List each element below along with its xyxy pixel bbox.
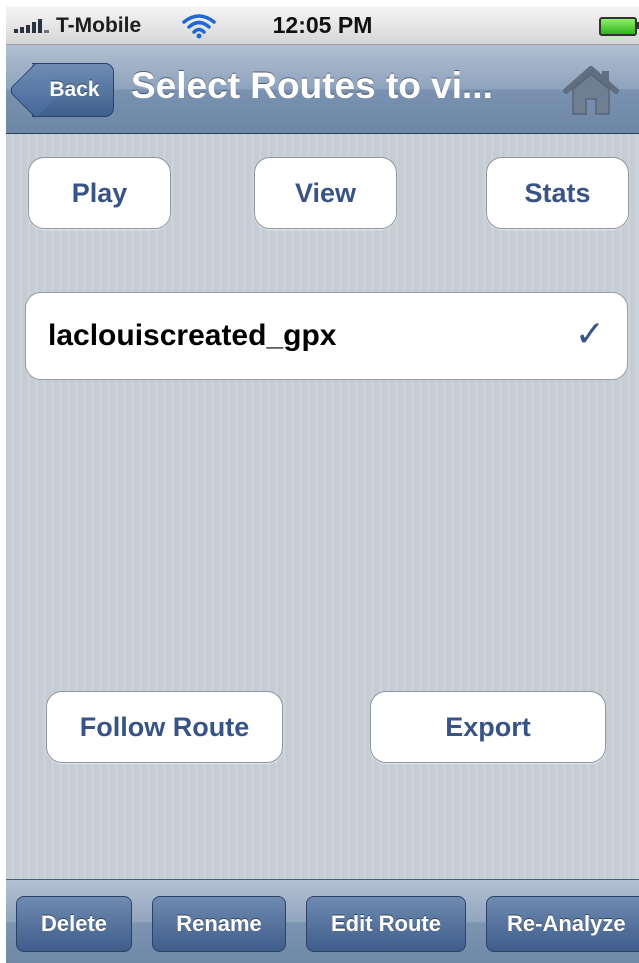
re-analyze-button[interactable]: Re-Analyze (486, 896, 639, 952)
bottom-toolbar: Delete Rename Edit Route Re-Analyze (6, 879, 639, 963)
follow-route-button[interactable]: Follow Route (46, 691, 283, 763)
route-name: laclouiscreated_gpx (48, 319, 337, 352)
back-button[interactable]: Back (7, 62, 114, 119)
navigation-bar: Back Select Routes to vi... (6, 45, 639, 134)
status-bar: T-Mobile 12:05 PM (6, 6, 639, 45)
status-time: 12:05 PM (272, 12, 373, 38)
app-screen: T-Mobile 12:05 PM Back Select Routes to … (6, 6, 639, 963)
home-icon[interactable] (562, 65, 620, 117)
play-button[interactable]: Play (28, 157, 171, 229)
battery-full-icon (599, 17, 639, 36)
stats-button[interactable]: Stats (486, 157, 629, 229)
delete-button[interactable]: Delete (16, 896, 132, 952)
view-button[interactable]: View (254, 157, 397, 229)
checkmark-icon: ✓ (574, 313, 605, 354)
list-item[interactable]: laclouiscreated_gpx ✓ (25, 292, 628, 380)
page-title: Select Routes to vi... (131, 65, 493, 106)
rename-button[interactable]: Rename (152, 896, 286, 952)
edit-route-button[interactable]: Edit Route (306, 896, 466, 952)
back-button-label: Back (49, 78, 100, 101)
export-button[interactable]: Export (370, 691, 606, 763)
